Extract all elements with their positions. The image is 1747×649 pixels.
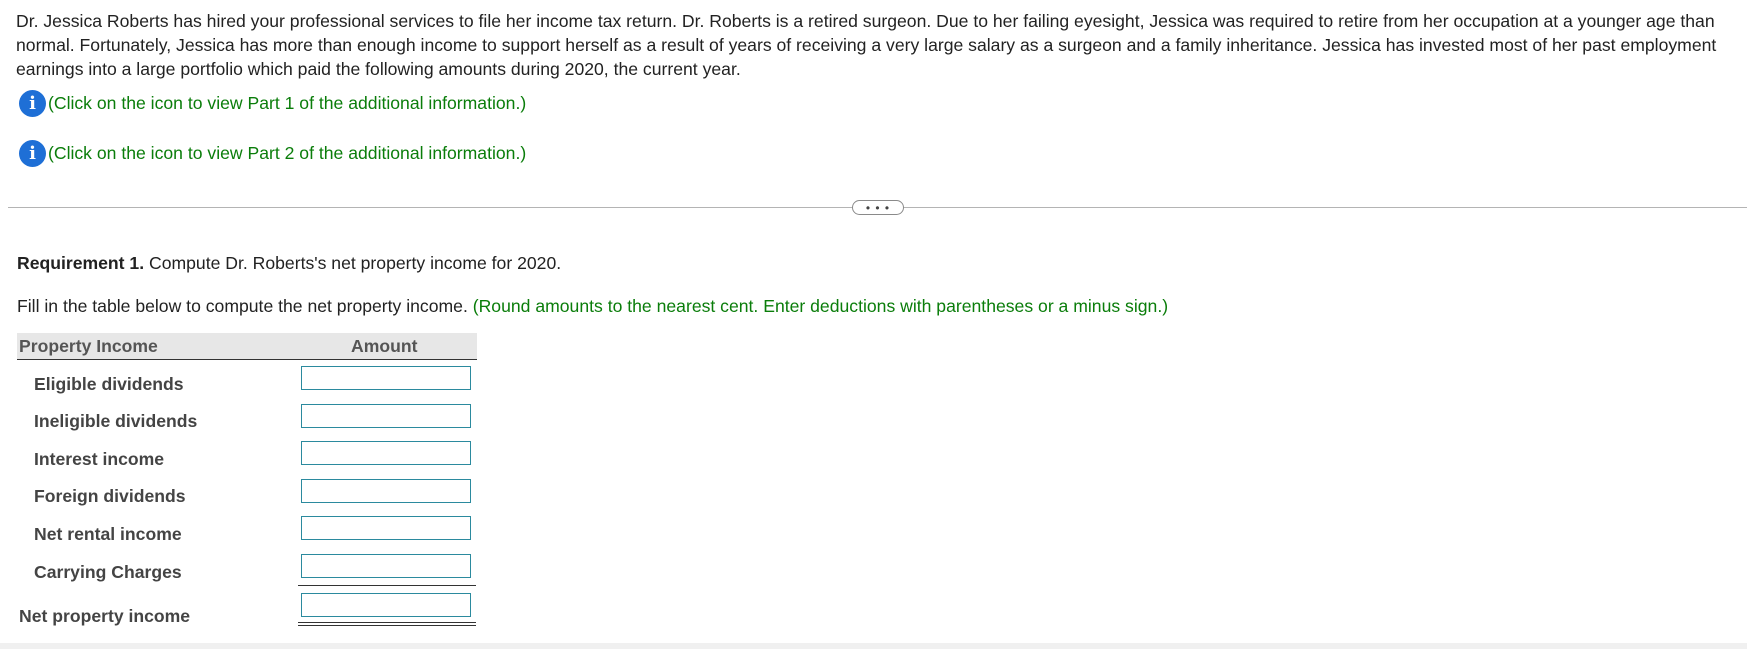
- info-icon[interactable]: i: [19, 140, 46, 167]
- row-label-net-property-income: Net property income: [19, 606, 191, 626]
- info-link-label[interactable]: (Click on the icon to view Part 2 of the…: [48, 143, 526, 164]
- foreign-dividends-input[interactable]: [301, 479, 471, 503]
- subtotal-rule: [298, 585, 476, 586]
- interest-income-input[interactable]: [301, 441, 471, 465]
- carrying-charges-input[interactable]: [301, 554, 471, 578]
- expand-button[interactable]: • • •: [852, 200, 904, 215]
- net-property-income-input[interactable]: [301, 593, 471, 617]
- column-header-amount: Amount: [351, 336, 418, 356]
- bottom-bar: [0, 643, 1747, 649]
- requirement-heading: Requirement 1. Compute Dr. Roberts's net…: [17, 253, 561, 274]
- row-label-foreign-dividends: Foreign dividends: [34, 486, 186, 506]
- row-label-net-rental-income: Net rental income: [34, 524, 182, 544]
- net-rental-income-input[interactable]: [301, 516, 471, 540]
- row-label-interest-income: Interest income: [34, 449, 165, 469]
- row-label-eligible-dividends: Eligible dividends: [34, 374, 184, 394]
- row-label-ineligible-dividends: Ineligible dividends: [34, 411, 198, 431]
- column-header-property-income: Property Income: [19, 336, 158, 356]
- table-header: Property Income Amount: [17, 333, 477, 360]
- ineligible-dividends-input[interactable]: [301, 404, 471, 428]
- total-double-rule: [298, 622, 476, 626]
- requirement-prefix: Requirement 1.: [17, 253, 145, 273]
- row-label-carrying-charges: Carrying Charges: [34, 562, 182, 582]
- info-link-label[interactable]: (Click on the icon to view Part 1 of the…: [48, 93, 526, 114]
- instructions-text: Fill in the table below to compute the n…: [17, 296, 473, 316]
- info-link-part-1[interactable]: i (Click on the icon to view Part 1 of t…: [19, 90, 526, 117]
- requirement-text: Compute Dr. Roberts's net property incom…: [144, 253, 562, 273]
- instructions-note: (Round amounts to the nearest cent. Ente…: [472, 296, 1169, 316]
- info-link-part-2[interactable]: i (Click on the icon to view Part 2 of t…: [19, 140, 526, 167]
- eligible-dividends-input[interactable]: [301, 366, 471, 390]
- info-icon[interactable]: i: [19, 90, 46, 117]
- problem-description: Dr. Jessica Roberts has hired your profe…: [16, 11, 1717, 79]
- instructions: Fill in the table below to compute the n…: [17, 296, 1168, 317]
